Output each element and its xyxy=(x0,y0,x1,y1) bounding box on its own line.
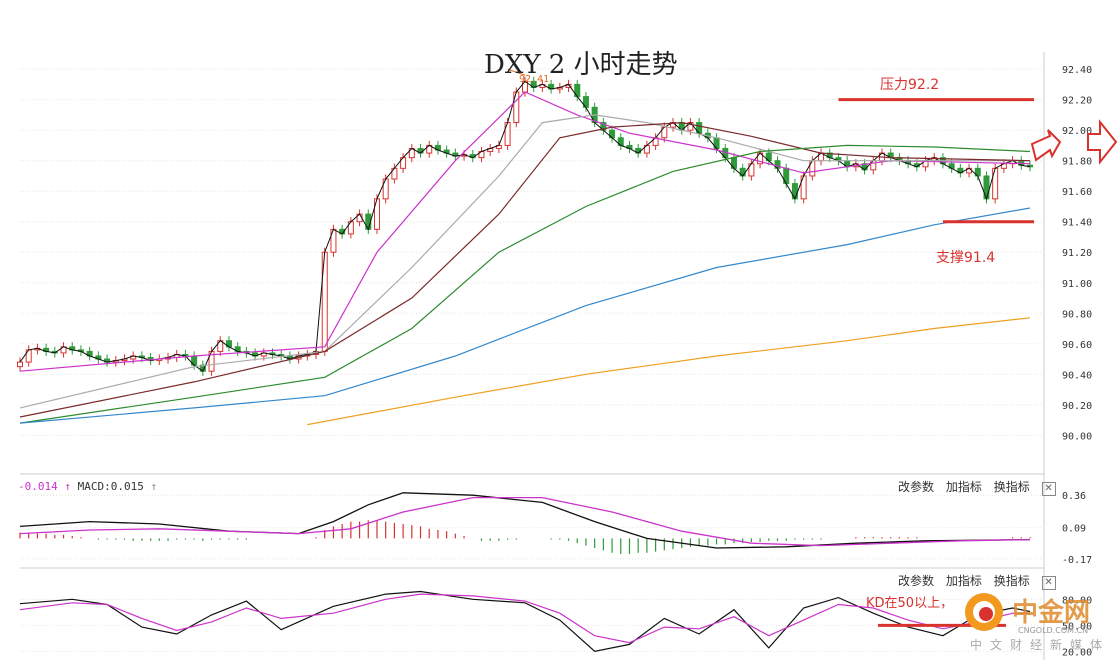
macd-tick-label: 0.36 xyxy=(1062,491,1086,502)
macd-line-black xyxy=(19,492,1031,549)
ma-short-line xyxy=(19,80,1031,372)
red-arrow-icon xyxy=(1030,129,1062,162)
price-tick-label: 91.00 xyxy=(1062,279,1092,290)
macd-panel[interactable] xyxy=(19,492,1031,554)
price-tick-label: 90.20 xyxy=(1062,401,1092,412)
dxy-chart: 92.4092.2092.0091.8091.6091.4091.2091.00… xyxy=(17,52,1118,660)
macd-readout: -0.014 ↑ MACD:0.015 ↑ xyxy=(18,480,157,493)
watermark-brand: 中金网 xyxy=(1012,598,1091,628)
ma-line-green xyxy=(19,144,1031,424)
price-tick-label: 91.80 xyxy=(1062,157,1092,168)
ma-line-blue xyxy=(19,207,1031,424)
resistance-label: 压力92.2 xyxy=(880,77,940,93)
macd-add-indicator-button[interactable]: 加指标 xyxy=(946,480,982,494)
price-tick-label: 91.40 xyxy=(1062,218,1092,229)
price-tick-label: 90.60 xyxy=(1062,340,1092,351)
support-label: 支撑91.4 xyxy=(936,250,996,266)
macd-dif-value: -0.014 xyxy=(18,480,58,493)
watermark-domain: CNGOLD.COM.CN xyxy=(1018,626,1089,635)
high-price-label: 92.41 xyxy=(519,74,550,85)
candlestick-panel[interactable] xyxy=(17,76,1033,376)
macd-value: MACD:0.015 xyxy=(77,480,144,493)
price-tick-label: 90.40 xyxy=(1062,370,1092,381)
price-tick-label: 92.20 xyxy=(1062,96,1092,107)
price-tick-label: 92.40 xyxy=(1062,65,1092,76)
candle-body[interactable] xyxy=(17,361,23,368)
ma-line-gray xyxy=(19,114,1030,409)
kd-add-indicator-button[interactable]: 加指标 xyxy=(946,574,982,588)
macd-up-arrow-icon: ↑ xyxy=(64,480,71,493)
kd-toolbar: 改参数 加指标 换指标 ✕ xyxy=(898,572,1056,590)
moving-average-lines xyxy=(19,80,1031,426)
ma-line-orange xyxy=(307,317,1031,426)
macd-up-arrow-icon-2: ↑ xyxy=(150,480,158,493)
price-tick-label: 90.80 xyxy=(1062,309,1092,320)
red-arrow-icon-2 xyxy=(1087,119,1118,165)
flame-logo-icon xyxy=(965,593,1003,631)
ma-line-maroon xyxy=(19,121,1031,418)
kd-note-label: KD在50以上， xyxy=(866,596,954,611)
kd-switch-indicator-button[interactable]: 换指标 xyxy=(994,574,1030,588)
y-axis-labels: 92.4092.2092.0091.8091.6091.4091.2091.00… xyxy=(1062,65,1092,658)
price-tick-label: 90.00 xyxy=(1062,431,1092,442)
chart-title: DXY 2 小时走势 xyxy=(484,50,678,80)
macd-line-violet xyxy=(19,496,1031,547)
watermark-tagline: 中文财经新媒体 xyxy=(970,638,1111,652)
macd-tick-label: -0.17 xyxy=(1062,555,1092,566)
macd-tick-label: 0.09 xyxy=(1062,524,1086,535)
price-tick-label: 91.60 xyxy=(1062,187,1092,198)
price-tick-label: 91.20 xyxy=(1062,248,1092,259)
macd-switch-indicator-button[interactable]: 换指标 xyxy=(994,480,1030,494)
macd-toolbar: 改参数 加指标 换指标 ✕ xyxy=(898,478,1056,496)
kd-close-icon[interactable]: ✕ xyxy=(1041,576,1056,590)
macd-params-button[interactable]: 改参数 xyxy=(898,480,934,494)
macd-close-icon[interactable]: ✕ xyxy=(1041,482,1056,496)
kd-params-button[interactable]: 改参数 xyxy=(898,574,934,588)
